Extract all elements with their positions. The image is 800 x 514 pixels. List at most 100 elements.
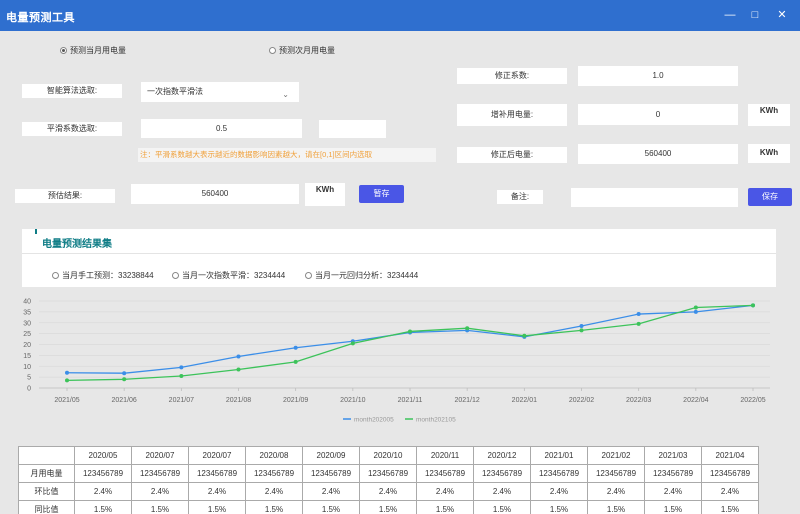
result-option-label: 当月一元回归分析：3234444: [315, 271, 419, 280]
data-point: [122, 377, 127, 382]
radio-unselected-icon: [305, 272, 312, 279]
table-cell: 2.4%: [644, 482, 702, 501]
smoothing-hint: 注：平滑系数越大表示越近的数据影响因素越大，请在[0,1]区间内选取: [138, 148, 436, 162]
add-power-unit: KWh: [748, 104, 790, 126]
save-button[interactable]: 保存: [748, 188, 792, 206]
table-header-cell: 2021/01: [530, 446, 588, 465]
minimize-icon[interactable]: —: [718, 6, 742, 24]
radio-selected-icon: [60, 47, 67, 54]
correction-coef-input[interactable]: 1.0: [578, 66, 738, 86]
note-input[interactable]: [571, 188, 738, 207]
data-table: 2020/05 2020/07 2020/07 2020/08 2020/09 2020/…: [18, 446, 759, 514]
data-point: [636, 321, 641, 326]
x-tick-label: 2022/02: [569, 397, 594, 404]
estimate-unit: KWh: [305, 183, 345, 206]
table-header-cell: 2020/09: [302, 446, 360, 465]
radio-predict-current-month[interactable]: 预测当月用电量: [60, 45, 126, 56]
save-temp-button[interactable]: 暂存: [359, 185, 404, 203]
table-row: 环比值 2.4% 2.4% 2.4% 2.4% 2.4% 2.4% 2.4% 2.4% 2.4% 2…: [18, 482, 759, 501]
legend-label: month202105: [416, 417, 456, 424]
y-tick-label: 20: [23, 342, 31, 349]
data-point: [465, 326, 470, 331]
table-cell: 2.4%: [416, 482, 474, 501]
results-panel: 电量预测结果集 当月手工预测：33238844 当月一次指数平滑：3234444…: [22, 229, 776, 287]
smoothing-extra-box: [319, 120, 386, 138]
table-cell: 2.4%: [302, 482, 360, 501]
estimate-value: 560400: [131, 184, 299, 204]
data-point: [408, 329, 412, 334]
y-tick-label: 0: [27, 386, 31, 393]
legend-label: month202005: [354, 417, 394, 424]
smoothing-label: 平滑系数选取:: [22, 122, 122, 136]
table-header-cell: 2021/03: [644, 446, 702, 465]
algorithm-select[interactable]: 一次指数平滑法 ⌄: [141, 82, 299, 102]
table-cell: 环比值: [18, 482, 75, 501]
table-cell: 2.4%: [131, 482, 189, 501]
radio-predict-next-month[interactable]: 预测次月用电量: [269, 45, 335, 56]
corrected-power-unit: KWh: [748, 144, 790, 163]
title-bar: 电量预测工具 — □ ✕: [0, 0, 800, 31]
radio-unselected-icon: [269, 47, 276, 54]
correction-coef-label: 修正系数:: [457, 68, 567, 84]
table-row: 同比值 1.5% 1.5% 1.5% 1.5% 1.5% 1.5% 1.5% 1.5% 1.5% 1…: [18, 500, 759, 514]
algorithm-label: 智能算法选取:: [22, 84, 122, 98]
radio-unselected-icon: [172, 272, 179, 279]
table-cell: 123456789: [74, 464, 132, 483]
data-point: [236, 367, 241, 372]
x-tick-label: 2022/04: [683, 397, 708, 404]
table-row: 月用电量 123456789 123456789 123456789 123456789…: [18, 464, 759, 483]
add-power-label: 增补用电量:: [457, 104, 567, 126]
y-tick-label: 30: [23, 320, 31, 327]
data-point: [179, 365, 184, 370]
table-cell: 2.4%: [245, 482, 303, 501]
table-cell: 123456789: [473, 464, 531, 483]
table-cell: 1.5%: [131, 500, 189, 514]
add-power-input[interactable]: 0: [578, 104, 738, 125]
x-tick-label: 2021/09: [283, 397, 308, 404]
table-header-cell: 2020/11: [416, 446, 474, 465]
radio-label: 预测当月用电量: [70, 46, 126, 55]
table-cell: 1.5%: [74, 500, 132, 514]
table-header-cell: 2020/07: [188, 446, 246, 465]
corrected-power-label: 修正后电量:: [457, 147, 567, 163]
x-tick-label: 2022/03: [626, 397, 651, 404]
table-cell: 123456789: [416, 464, 474, 483]
table-cell: 123456789: [530, 464, 588, 483]
corrected-power-value: 560400: [578, 144, 738, 164]
results-title: 电量预测结果集: [42, 239, 112, 250]
y-tick-label: 15: [23, 353, 31, 360]
x-tick-label: 2021/10: [340, 397, 365, 404]
estimate-label: 预估结果:: [15, 189, 115, 203]
x-tick-label: 2021/12: [455, 397, 480, 404]
table-cell: 同比值: [18, 500, 75, 514]
table-header-cell: 2020/10: [359, 446, 417, 465]
x-tick-label: 2021/11: [398, 397, 423, 404]
data-point: [751, 303, 755, 308]
table-cell: 1.5%: [188, 500, 246, 514]
y-tick-label: 40: [23, 299, 31, 306]
data-point: [579, 324, 584, 329]
result-option-label: 当月手工预测：33238844: [62, 271, 154, 280]
maximize-icon[interactable]: □: [743, 6, 767, 24]
table-cell: 123456789: [188, 464, 246, 483]
data-point: [693, 305, 698, 310]
table-header-cell: 2021/04: [701, 446, 759, 465]
smoothing-input[interactable]: 0.5: [141, 119, 302, 138]
x-tick-label: 2021/07: [169, 397, 194, 404]
table-cell: 123456789: [701, 464, 759, 483]
result-option-label: 当月一次指数平滑：3234444: [182, 271, 286, 280]
data-point: [122, 371, 127, 376]
x-tick-label: 2021/05: [54, 397, 79, 404]
table-header-cell: [18, 446, 75, 465]
x-tick-label: 2021/06: [112, 397, 137, 404]
chevron-down-icon: ⌄: [282, 90, 289, 99]
result-option-regression[interactable]: 当月一元回归分析：3234444: [305, 270, 418, 281]
data-point: [693, 309, 698, 314]
data-point: [350, 341, 355, 346]
result-option-manual[interactable]: 当月手工预测：33238844: [52, 270, 154, 281]
table-cell: 123456789: [587, 464, 645, 483]
result-option-smoothing[interactable]: 当月一次指数平滑：3234444: [172, 270, 285, 281]
y-tick-label: 35: [23, 309, 31, 316]
close-icon[interactable]: ✕: [770, 6, 794, 24]
x-tick-label: 2022/01: [512, 397, 537, 404]
